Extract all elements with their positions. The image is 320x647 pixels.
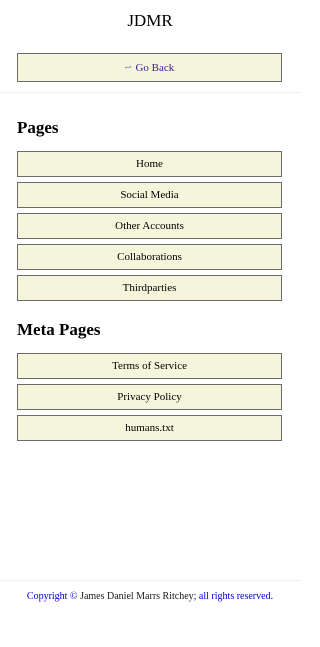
go-back-button[interactable]: ↩ Go Back: [17, 53, 282, 82]
copyright-suffix: ; all rights reserved.: [193, 591, 274, 602]
copyright-owner: James Daniel Marrs Ritchey: [80, 591, 194, 602]
nav-button-terms-of-service[interactable]: Terms of Service: [17, 353, 282, 379]
header-divider: [0, 92, 300, 93]
nav-button-privacy-policy[interactable]: Privacy Policy: [17, 384, 282, 410]
copyright-footer: Copyright © James Daniel Marrs Ritchey; …: [20, 591, 280, 603]
nav-button-home[interactable]: Home: [17, 151, 282, 177]
nav-button-social-media[interactable]: Social Media: [17, 182, 282, 208]
footer-divider: [0, 580, 300, 581]
meta-pages-heading: Meta Pages: [17, 320, 101, 339]
nav-button-collaborations[interactable]: Collaborations: [17, 244, 282, 270]
nav-button-other-accounts[interactable]: Other Accounts: [17, 213, 282, 239]
go-back-label: Go Back: [135, 61, 175, 74]
site-title: JDMR: [127, 11, 173, 30]
pages-heading: Pages: [17, 118, 59, 137]
nav-button-humans-txt[interactable]: humans.txt: [17, 415, 282, 441]
copyright-prefix: Copyright ©: [26, 591, 81, 602]
nav-button-thirdparties[interactable]: Thirdparties: [17, 275, 282, 301]
back-arrow-icon: ↩: [124, 63, 132, 72]
